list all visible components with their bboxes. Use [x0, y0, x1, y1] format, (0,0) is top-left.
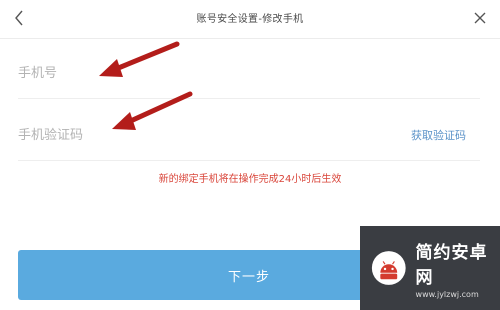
notice-text: 新的绑定手机将在操作完成24小时后生效: [158, 174, 342, 185]
verification-code-input[interactable]: [18, 124, 378, 146]
close-button[interactable]: [468, 6, 492, 30]
header-bar: 账号安全设置-修改手机: [0, 0, 500, 39]
annotation-arrow-phone: [99, 41, 180, 77]
page-title: 账号安全设置-修改手机: [196, 14, 304, 25]
phone-field: [18, 46, 480, 99]
watermark-name: 简约安卓网: [415, 242, 488, 288]
android-logo-icon: [371, 251, 406, 285]
annotation-arrow-code: [112, 91, 193, 130]
watermark-url: www.jylzwj.com: [415, 289, 479, 299]
code-field: 获取验证码: [18, 108, 480, 161]
get-code-link[interactable]: 获取验证码: [411, 127, 466, 143]
phone-input[interactable]: [18, 62, 378, 84]
close-icon: [474, 12, 486, 24]
watermark-text: 简约安卓网 www.jylzwj.com: [416, 238, 500, 299]
site-watermark: 简约安卓网 www.jylzwj.com: [360, 226, 500, 310]
